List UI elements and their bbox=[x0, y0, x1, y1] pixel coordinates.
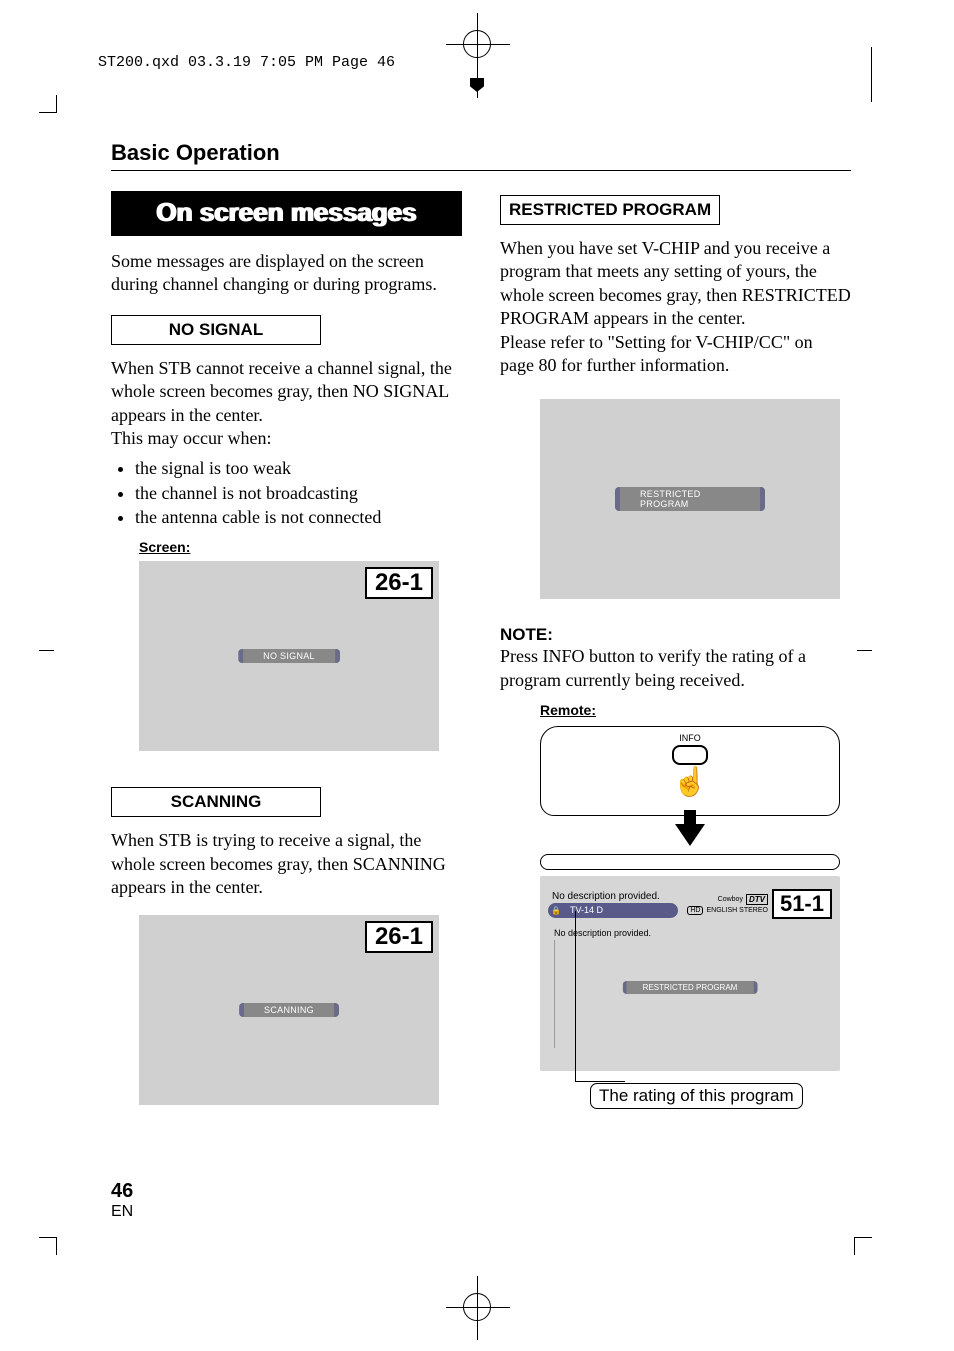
divider bbox=[554, 940, 555, 1048]
page-number: 46 bbox=[111, 1180, 133, 1203]
screen-label: Screen: bbox=[139, 539, 462, 555]
hd-badge: HD bbox=[687, 906, 703, 915]
dtv-badge: DTV bbox=[746, 894, 768, 905]
intro-text: Some messages are displayed on the scree… bbox=[111, 250, 462, 297]
list-item: the signal is too weak bbox=[135, 456, 462, 480]
file-header: ST200.qxd 03.3.19 7:05 PM Page 46 bbox=[98, 54, 395, 71]
registration-mark bbox=[463, 1293, 491, 1321]
restricted-screenshot: RESTRICTED PROGRAM bbox=[540, 399, 840, 599]
crop-mark bbox=[39, 95, 57, 113]
remote-divider bbox=[540, 854, 840, 870]
note-heading: NOTE: bbox=[500, 625, 851, 645]
restricted-message: RESTRICTED PROGRAM bbox=[615, 487, 765, 511]
info-button-label: INFO bbox=[679, 733, 701, 743]
callout-line bbox=[575, 1081, 625, 1082]
crop-mark bbox=[39, 650, 54, 651]
restricted-overlay-message: RESTRICTED PROGRAM bbox=[623, 981, 758, 994]
channel-indicator: 51-1 bbox=[772, 889, 832, 919]
scanning-message: SCANNING bbox=[239, 1003, 339, 1017]
registration-mark bbox=[463, 30, 491, 58]
list-item: the channel is not broadcasting bbox=[135, 481, 462, 505]
note-text: Press INFO button to verify the rating o… bbox=[500, 645, 851, 692]
crop-mark bbox=[854, 1237, 872, 1255]
no-signal-heading: NO SIGNAL bbox=[111, 315, 321, 345]
page-footer: 46 EN bbox=[111, 1180, 133, 1221]
topic-banner: On screen messages bbox=[111, 191, 462, 236]
channel-indicator: 26-1 bbox=[365, 921, 433, 953]
channel-indicator: 26-1 bbox=[365, 567, 433, 599]
crop-mark bbox=[871, 47, 872, 102]
no-signal-message: NO SIGNAL bbox=[238, 649, 340, 663]
restricted-heading: RESTRICTED PROGRAM bbox=[500, 195, 720, 225]
scanning-screenshot: 26-1 SCANNING bbox=[139, 915, 439, 1105]
audio-mode: ENGLISH STEREO bbox=[706, 907, 767, 914]
crop-mark bbox=[857, 650, 872, 651]
no-signal-screenshot: 26-1 NO SIGNAL bbox=[139, 561, 439, 751]
crop-mark bbox=[39, 1237, 57, 1255]
program-description: No description provided. bbox=[554, 928, 651, 938]
info-overlay-screenshot: No description provided. 🔒 TV-14 D Cowbo… bbox=[540, 876, 840, 1071]
program-rating: TV-14 D bbox=[564, 905, 678, 915]
callout-line bbox=[575, 911, 576, 1081]
remote-label: Remote: bbox=[540, 702, 851, 718]
scanning-text: When STB is trying to receive a signal, … bbox=[111, 829, 462, 899]
arrow-down-icon bbox=[675, 824, 705, 846]
show-name: Cowboy bbox=[718, 896, 743, 903]
hand-pointer-icon: ☝ bbox=[673, 769, 708, 797]
no-signal-text: When STB cannot receive a channel signal… bbox=[111, 357, 462, 451]
remote-illustration: INFO ☝ No description provided. bbox=[540, 726, 851, 1109]
restricted-text: When you have set V-CHIP and you receive… bbox=[500, 237, 851, 377]
scanning-heading: SCANNING bbox=[111, 787, 321, 817]
page-language: EN bbox=[111, 1203, 133, 1221]
list-item: the antenna cable is not connected bbox=[135, 505, 462, 529]
rating-callout: The rating of this program bbox=[590, 1083, 803, 1109]
section-title: Basic Operation bbox=[111, 140, 851, 166]
divider bbox=[111, 170, 851, 171]
info-button-icon bbox=[672, 745, 708, 765]
no-signal-causes: the signal is too weak the channel is no… bbox=[111, 456, 462, 529]
program-title: No description provided. bbox=[548, 891, 687, 903]
lock-icon: 🔒 bbox=[548, 906, 564, 915]
